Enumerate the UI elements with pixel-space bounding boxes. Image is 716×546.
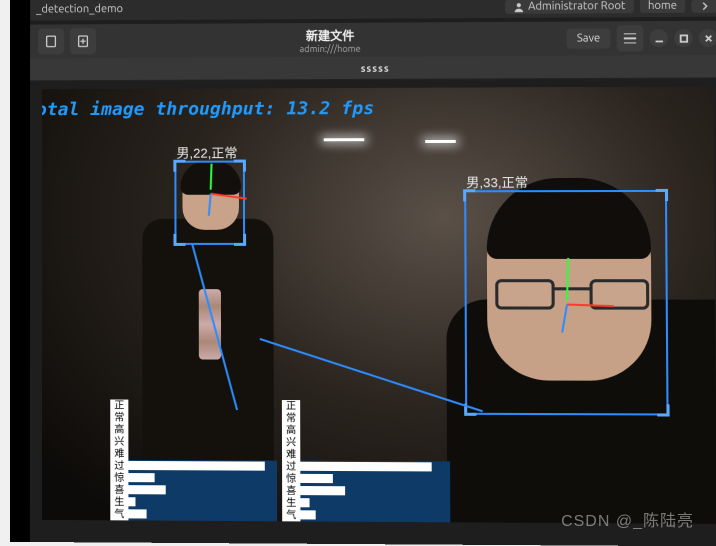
save-button[interactable]: Save bbox=[567, 28, 611, 48]
chevron-right-icon bbox=[700, 0, 711, 11]
emotion-bar bbox=[128, 496, 277, 509]
monitor-frame: _detection_demo Administrator Root home bbox=[10, 0, 716, 546]
close-icon bbox=[703, 33, 712, 42]
minimize-button[interactable] bbox=[649, 29, 668, 47]
breadcrumb-user-label: Administrator Root bbox=[528, 0, 625, 13]
emotion-bars bbox=[300, 461, 450, 523]
close-button[interactable] bbox=[699, 29, 716, 47]
necklace bbox=[199, 289, 221, 359]
emotion-bar bbox=[300, 497, 450, 510]
emotion-bar bbox=[128, 472, 277, 485]
minimize-icon bbox=[654, 34, 663, 43]
hamburger-menu[interactable] bbox=[617, 25, 644, 51]
emotion-bar bbox=[300, 509, 450, 522]
breadcrumb-user[interactable]: Administrator Root bbox=[505, 0, 634, 14]
gnome-topbar: _detection_demo Administrator Root home bbox=[30, 0, 716, 21]
gedit-title: 新建文件 admin:///home bbox=[102, 25, 561, 54]
video-feed: otal image throughput: 13.2 fps 男,22,正常 bbox=[42, 87, 716, 524]
emotion-panel: 正常 高兴 难过 惊喜 生气 bbox=[110, 460, 277, 521]
ceiling-light bbox=[425, 140, 456, 143]
ceiling-light bbox=[324, 138, 365, 141]
breadcrumb-folder[interactable]: home bbox=[640, 0, 686, 13]
emotion-bar bbox=[128, 484, 277, 497]
bbox-label: 男,33,正常 bbox=[466, 172, 528, 191]
tab-strip: sssss bbox=[30, 55, 716, 80]
tab-sssss[interactable]: sssss bbox=[361, 62, 390, 73]
app-title: _detection_demo bbox=[36, 3, 123, 15]
emotion-bar bbox=[128, 460, 277, 473]
watermark: CSDN @_陈陆亮 bbox=[561, 507, 694, 531]
breadcrumb-more[interactable] bbox=[691, 0, 716, 12]
open-button[interactable] bbox=[38, 28, 64, 54]
fps-overlay: otal image throughput: 13.2 fps bbox=[42, 98, 374, 120]
emotion-labels: 正常 高兴 难过 惊喜 生气 bbox=[110, 399, 128, 520]
emotion-bar bbox=[300, 473, 450, 486]
emotion-bars bbox=[128, 460, 277, 521]
new-button[interactable] bbox=[70, 28, 96, 54]
emotion-bar bbox=[128, 508, 277, 521]
breadcrumb: Administrator Root home bbox=[505, 0, 716, 14]
bbox-label: 男,22,正常 bbox=[176, 143, 237, 162]
emotion-bar bbox=[300, 485, 450, 498]
emotion-panel: 正常 高兴 难过 惊喜 生气 bbox=[282, 461, 450, 523]
emotion-bar bbox=[300, 461, 450, 474]
screen: _detection_demo Administrator Root home bbox=[30, 0, 716, 546]
maximize-button[interactable] bbox=[674, 29, 693, 47]
maximize-icon bbox=[679, 34, 688, 43]
document-icon bbox=[44, 34, 58, 48]
emotion-labels: 正常 高兴 难过 惊喜 生气 bbox=[282, 400, 301, 521]
breadcrumb-folder-label: home bbox=[648, 0, 677, 12]
gedit-window: 新建文件 admin:///home Save sssss bbox=[30, 21, 716, 82]
gedit-title-sub: admin:///home bbox=[102, 42, 561, 54]
gedit-headerbar: 新建文件 admin:///home Save bbox=[30, 21, 716, 59]
user-icon bbox=[513, 1, 524, 12]
new-doc-icon bbox=[76, 34, 90, 48]
